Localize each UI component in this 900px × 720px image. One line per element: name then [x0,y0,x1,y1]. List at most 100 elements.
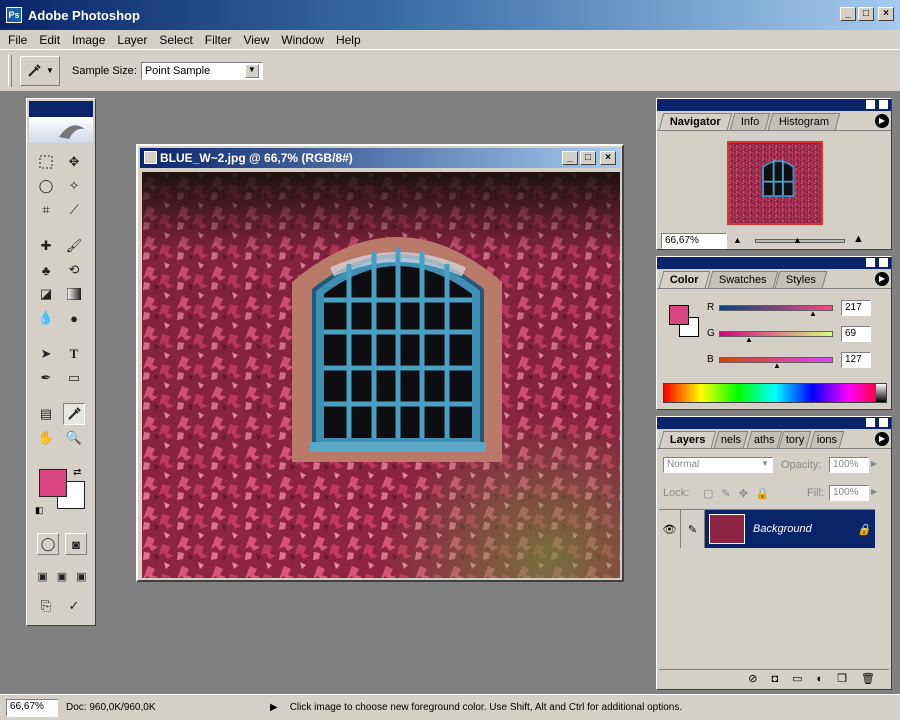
shape-tool-icon[interactable]: ▭ [63,367,85,389]
foreground-color-swatch[interactable] [39,469,67,497]
navigator-thumbnail[interactable] [727,141,823,225]
doc-close-button[interactable]: × [600,151,616,165]
doc-maximize-button[interactable]: □ [580,151,596,165]
b-slider-thumb[interactable]: ▲ [773,361,781,370]
tab-history[interactable]: tory [779,431,813,448]
magic-wand-tool-icon[interactable]: ✧ [63,175,85,197]
notes-tool-icon[interactable]: ▤ [35,403,57,425]
tab-navigator[interactable]: Navigator [658,113,733,130]
menu-select[interactable]: Select [159,33,192,47]
lock-transparent-icon[interactable]: ▢ [703,487,713,500]
screen-mode-buttons[interactable]: ▣ ▣ ▣ [33,565,91,587]
tab-actions[interactable]: ions [809,431,845,448]
navigator-panel-titlebar[interactable] [657,99,891,111]
r-slider-thumb[interactable]: ▲ [809,309,817,318]
tab-styles[interactable]: Styles [775,271,828,288]
navigator-zoom-field[interactable]: 66,67% [661,233,727,249]
quick-mask-mode-icon[interactable]: ◙ [65,533,87,555]
tool-preset-picker[interactable]: ▼ [20,55,60,86]
layer-row-background[interactable]: 👁 ✎ Background 🔒 [659,510,875,548]
status-arrow-icon[interactable]: ▶ [270,702,278,713]
panel-menu-icon[interactable]: ▶ [875,114,889,128]
adobe-online-icon[interactable] [29,117,93,143]
opacity-field[interactable]: 100% [829,457,869,473]
history-brush-tool-icon[interactable]: ⟲ [63,259,85,281]
panel-minimize-icon[interactable] [866,258,875,267]
panel-minimize-icon[interactable] [866,418,875,427]
layer-style-icon[interactable]: ⊘ [748,672,757,685]
panel-menu-icon[interactable]: ▶ [875,272,889,286]
layers-panel-titlebar[interactable] [657,417,891,429]
panel-minimize-icon[interactable] [866,100,875,109]
tab-swatches[interactable]: Swatches [707,271,778,288]
close-button[interactable]: × [878,7,894,21]
brush-link-icon[interactable]: ✎ [681,510,705,548]
toolbox-title[interactable] [29,101,93,117]
menu-file[interactable]: File [8,33,27,47]
zoom-in-icon[interactable]: ▲ [853,233,864,245]
g-channel-slider[interactable] [719,331,833,337]
b-value-field[interactable]: 127 [841,352,871,368]
crop-tool-icon[interactable]: ⌗ [35,199,57,221]
menu-edit[interactable]: Edit [39,33,60,47]
zoom-slider-thumb[interactable]: ▲ [793,235,802,245]
panel-close-icon[interactable] [879,418,888,427]
tab-color[interactable]: Color [658,271,711,288]
tab-layers[interactable]: Layers [658,431,717,448]
new-layer-icon[interactable]: ❐ [837,672,847,685]
color-panel-titlebar[interactable] [657,257,891,269]
brush-tool-icon[interactable]: 🖌 [63,235,85,257]
slice-tool-icon[interactable]: ⟋ [63,199,85,221]
minimize-button[interactable]: _ [840,7,856,21]
zoom-tool-icon[interactable]: 🔍 [63,427,85,449]
eraser-tool-icon[interactable]: ◪ [35,283,57,305]
lock-position-icon[interactable]: ✥ [739,487,748,500]
menu-layer[interactable]: Layer [117,33,147,47]
path-selection-tool-icon[interactable]: ➤ [35,343,57,365]
tab-paths[interactable]: aths [746,431,782,448]
fill-arrow-icon[interactable]: ▶ [871,487,877,496]
maximize-button[interactable]: □ [858,7,874,21]
panel-close-icon[interactable] [879,258,888,267]
opacity-arrow-icon[interactable]: ▶ [871,459,877,468]
document-title-bar[interactable]: BLUE_W~2.jpg @ 66,7% (RGB/8#) _ □ × [140,148,620,168]
blend-mode-select[interactable]: Normal ▼ [663,457,773,473]
standard-mode-icon[interactable]: ◯ [37,533,59,555]
sample-size-select[interactable]: Point Sample ▼ [140,61,263,80]
layer-mask-icon[interactable]: ◘ [771,673,778,685]
menu-view[interactable]: View [243,33,269,47]
tab-channels[interactable]: nels [714,431,749,448]
blur-tool-icon[interactable]: 💧 [35,307,57,329]
clone-stamp-tool-icon[interactable]: ♣ [35,259,57,281]
marquee-tool-icon[interactable] [35,151,57,173]
healing-brush-tool-icon[interactable]: ✚ [35,235,57,257]
screen-mode-full-icon[interactable]: ▣ [76,570,86,583]
jump-to-imageready-icon[interactable]: ⎘ [35,595,57,617]
status-zoom-field[interactable]: 66,67% [6,698,58,717]
menu-window[interactable]: Window [281,33,324,47]
eye-icon[interactable]: 👁 [659,510,681,548]
fill-field[interactable]: 100% [829,485,869,501]
tab-info[interactable]: Info [729,113,771,130]
eyedropper-tool-icon[interactable] [63,403,85,425]
tab-histogram[interactable]: Histogram [767,113,841,130]
options-grip[interactable] [8,54,12,87]
type-tool-icon[interactable]: T [63,343,85,365]
gradient-tool-icon[interactable] [63,283,85,305]
screen-mode-standard-icon[interactable]: ▣ [37,570,47,583]
layer-name[interactable]: Background [753,523,812,535]
zoom-out-icon[interactable]: ▲ [733,235,742,245]
doc-minimize-button[interactable]: _ [562,151,578,165]
color-fg-swatch[interactable] [669,305,689,325]
r-value-field[interactable]: 217 [841,300,871,316]
color-ramp[interactable] [663,383,887,403]
hand-tool-icon[interactable]: ✋ [35,427,57,449]
adjustment-layer-icon[interactable]: ◐ [817,673,824,685]
screen-mode-menu-icon[interactable]: ▣ [57,570,67,583]
image-canvas[interactable] [142,172,620,578]
checkmark-icon[interactable]: ✓ [63,595,85,617]
delete-layer-icon[interactable]: 🗑 [861,672,875,685]
lasso-tool-icon[interactable]: ◯ [35,175,57,197]
default-colors-icon[interactable]: ◧ [35,505,44,516]
pen-tool-icon[interactable]: ✒ [35,367,57,389]
